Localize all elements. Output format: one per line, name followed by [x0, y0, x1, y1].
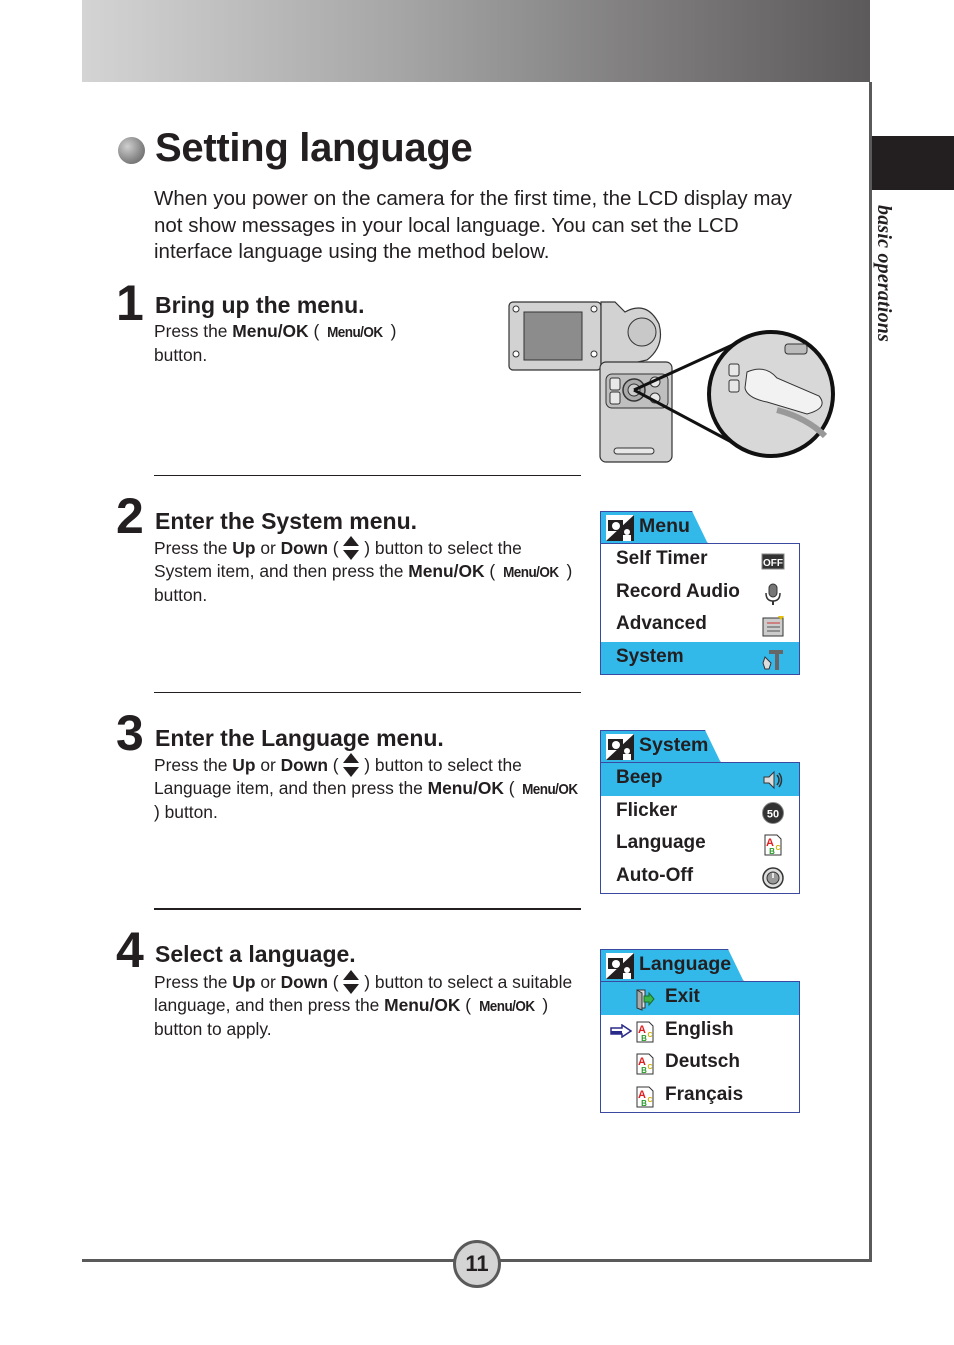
abc-document-icon: AB C [636, 1086, 654, 1108]
intro-paragraph: When you power on the camera for the fir… [154, 187, 793, 263]
header-gradient-band [82, 0, 870, 82]
up-down-arrows-icon [343, 970, 360, 994]
abc-document-icon: AB C [636, 1053, 654, 1075]
current-selection-arrow-icon [610, 1023, 632, 1038]
tools-icon [762, 649, 783, 670]
exit-door-icon [636, 989, 655, 1011]
list-document-icon [762, 616, 784, 637]
step-divider [154, 908, 581, 910]
up-down-arrows-icon [343, 753, 360, 777]
lcd-tab-label: Menu [639, 515, 690, 537]
lcd-item-francais[interactable]: ABC Français [601, 1080, 799, 1113]
step-title: Bring up the menu. [155, 292, 365, 318]
menu-ok-key-glyph: Menu/OK [522, 781, 579, 798]
camera-person-icon [606, 515, 634, 541]
svg-text:B: B [641, 1066, 647, 1075]
lcd-item-exit[interactable]: Exit [601, 982, 799, 1015]
lcd-list: Beep Flicker 50 Language ABC Auto-Off [600, 762, 800, 894]
lcd-item-advanced[interactable]: Advanced [601, 609, 799, 642]
svg-text:50: 50 [767, 808, 779, 820]
lcd-tab: Menu [600, 511, 708, 544]
svg-text:C: C [647, 1032, 652, 1039]
lcd-item-auto-off[interactable]: Auto-Off [601, 861, 799, 894]
page-title: Setting language [155, 126, 473, 170]
lcd-item-english[interactable]: ABC English [601, 1015, 799, 1048]
svg-text:OFF: OFF [763, 558, 783, 569]
lcd-item-deutsch[interactable]: ABC Deutsch [601, 1047, 799, 1080]
lcd-item-flicker[interactable]: Flicker 50 [601, 796, 799, 829]
svg-text:B: B [641, 1034, 647, 1043]
lcd-list: Exit ABC English ABC Deutsch ABC Françai… [600, 981, 800, 1113]
menu-ok-key-glyph: Menu/OK [503, 564, 559, 581]
section-label-text: basic operations [873, 205, 895, 343]
step-number: 1 [116, 275, 144, 331]
step-title: Enter the Language menu. [155, 725, 444, 751]
lcd-item-language[interactable]: Language ABC [601, 828, 799, 861]
lcd-tab-label: Language [639, 953, 732, 975]
lcd-item-self-timer[interactable]: Self Timer OFF [601, 544, 799, 577]
lcd-tab-label: System [639, 734, 709, 756]
step-number: 4 [116, 922, 144, 978]
speaker-icon [763, 770, 783, 790]
step-title: Select a language. [155, 941, 356, 967]
section-tab-marker [872, 136, 954, 190]
timer-icon [762, 866, 784, 889]
abc-document-icon: AB C [636, 1021, 654, 1043]
title-bullet-icon [118, 137, 145, 164]
step-body: Press the Menu/OK ( Menu/OK ) button. [154, 321, 397, 365]
step-body: Press the Up or Down ( ) button to selec… [154, 970, 573, 1039]
off-badge-icon: OFF [761, 553, 785, 570]
lcd-item-beep[interactable]: Beep [601, 763, 799, 796]
lcd-tab: Language [600, 949, 744, 982]
step-divider [154, 692, 581, 693]
svg-text:C: C [647, 1064, 652, 1071]
camera-person-icon [606, 953, 634, 979]
step-divider [154, 475, 581, 476]
page-number: 11 [453, 1240, 501, 1288]
lcd-list: Self Timer OFF Record Audio Advanced Sys… [600, 543, 800, 675]
step-title: Enter the System menu. [155, 508, 418, 534]
lcd-tab: System [600, 730, 721, 763]
camera-illustration [508, 301, 835, 463]
abc-document-icon: AB C [764, 834, 782, 856]
step-body: Press the Up or Down ( ) button to selec… [154, 753, 579, 822]
svg-text:C: C [775, 845, 780, 852]
svg-text:C: C [647, 1097, 652, 1104]
camera-person-icon [606, 734, 634, 760]
menu-ok-key-glyph: Menu/OK [327, 324, 383, 341]
step-number: 2 [116, 488, 144, 544]
microphone-icon [765, 583, 781, 605]
step-number: 3 [116, 705, 144, 761]
lcd-item-record-audio[interactable]: Record Audio [601, 577, 799, 610]
step-body: Press the Up or Down ( ) button to selec… [154, 536, 573, 605]
svg-text:B: B [641, 1099, 647, 1108]
section-label: basic operations [872, 205, 908, 385]
50hz-icon: 50 [762, 801, 784, 824]
up-down-arrows-icon [343, 536, 360, 560]
svg-text:B: B [769, 847, 775, 856]
menu-ok-key-glyph: Menu/OK [479, 998, 535, 1015]
lcd-item-system[interactable]: System [601, 641, 799, 674]
